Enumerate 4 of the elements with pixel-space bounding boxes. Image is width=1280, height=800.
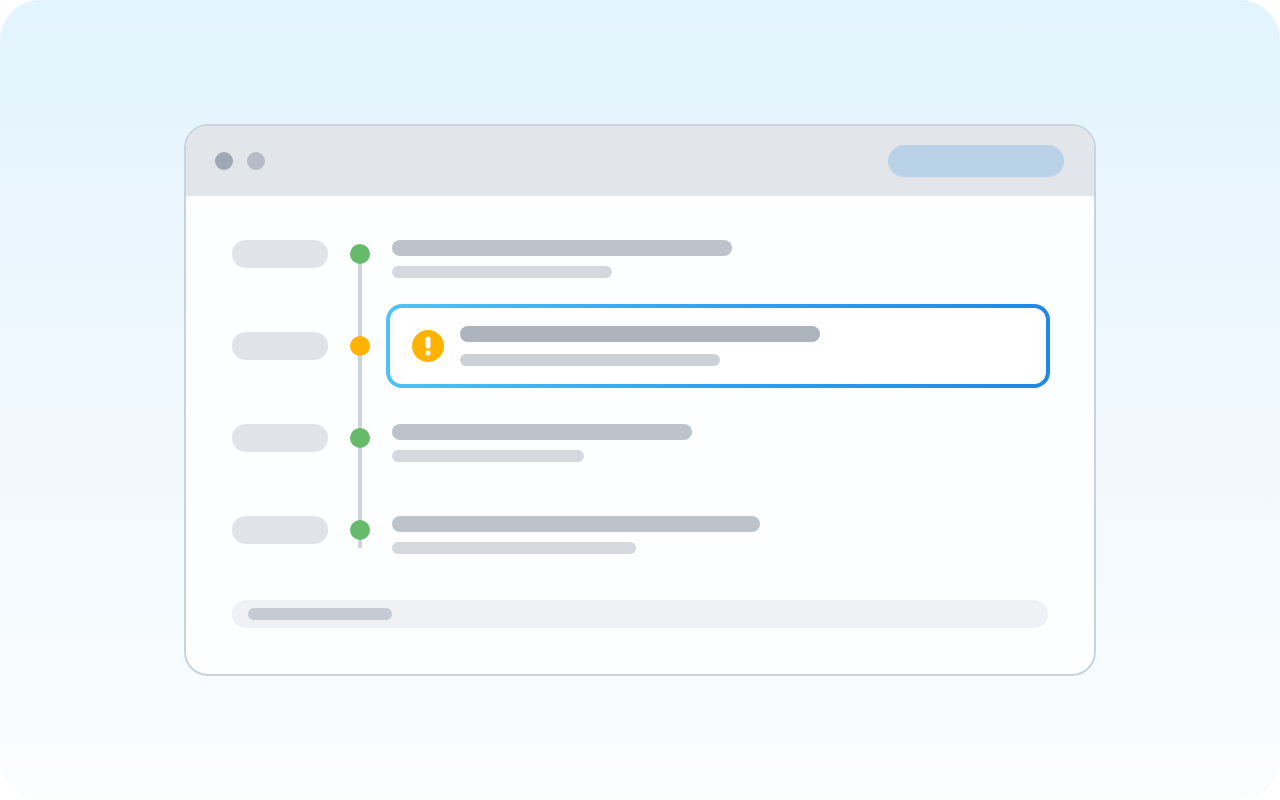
window-dot-icon[interactable] xyxy=(247,152,265,170)
warning-icon xyxy=(412,330,444,362)
window-dot-icon[interactable] xyxy=(215,152,233,170)
toolbar-button[interactable] xyxy=(888,145,1064,177)
